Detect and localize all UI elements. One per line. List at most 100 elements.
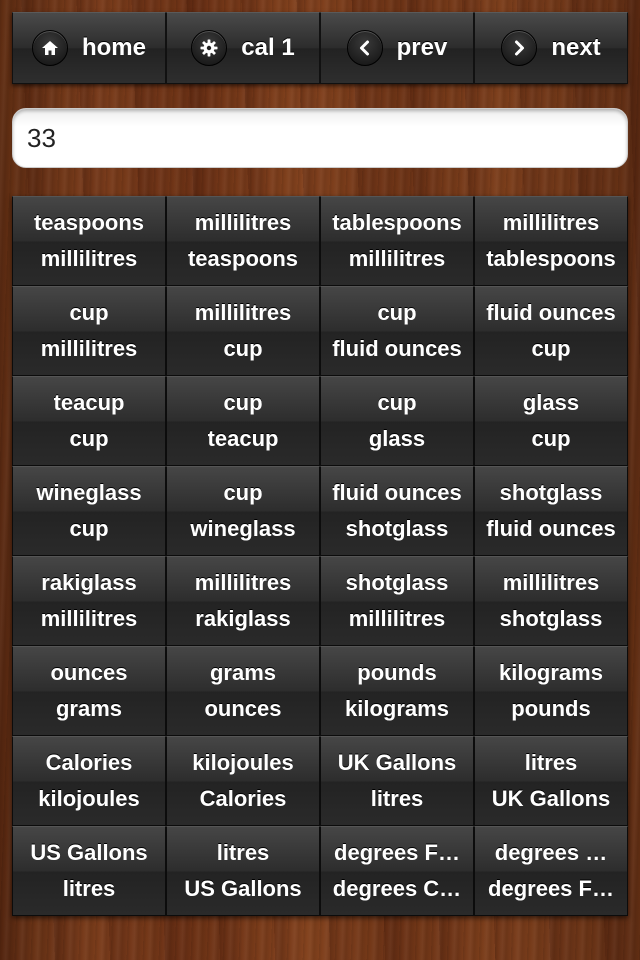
conversion-to: kilojoules xyxy=(38,786,140,811)
conversion-button[interactable]: fluid ounces shotglass xyxy=(320,466,474,556)
conversion-button[interactable]: kilograms pounds xyxy=(474,646,628,736)
conversion-button[interactable]: fluid ounces cup xyxy=(474,286,628,376)
conversion-from: millilitres xyxy=(194,210,292,235)
conversion-from: fluid ounces xyxy=(332,480,462,505)
conversion-button[interactable]: cup millilitres xyxy=(12,286,166,376)
conversion-to: millilitres xyxy=(348,246,446,271)
conversion-from: rakiglass xyxy=(41,570,137,595)
home-icon xyxy=(31,30,68,66)
conversion-from: degrees F… xyxy=(334,840,460,865)
conversion-button[interactable]: degrees F… degrees C… xyxy=(320,826,474,916)
conversion-to: glass xyxy=(368,426,426,451)
conversion-from: UK Gallons xyxy=(337,750,457,775)
conversion-to: cup xyxy=(223,336,263,361)
conversion-to: UK Gallons xyxy=(491,786,611,811)
home-button[interactable]: home xyxy=(12,12,166,84)
conversion-button[interactable]: millilitres tablespoons xyxy=(474,196,628,286)
conversion-button[interactable]: UK Gallons litres xyxy=(320,736,474,826)
conversion-from: pounds xyxy=(357,660,437,685)
conversion-to: cup xyxy=(531,426,571,451)
conversion-from: shotglass xyxy=(345,570,449,595)
next-button[interactable]: next xyxy=(474,12,628,84)
conversion-to: kilograms xyxy=(345,696,449,721)
conversion-button[interactable]: kilojoules Calories xyxy=(166,736,320,826)
conversion-from: litres xyxy=(524,750,578,775)
conversion-button[interactable]: cup wineglass xyxy=(166,466,320,556)
conversion-from: millilitres xyxy=(194,300,292,325)
home-label: home xyxy=(81,34,146,61)
conversion-to: cup xyxy=(69,426,109,451)
conversion-button[interactable]: millilitres teaspoons xyxy=(166,196,320,286)
conversion-from: Calories xyxy=(45,750,133,775)
conversion-button[interactable]: wineglass cup xyxy=(12,466,166,556)
conversion-from: wineglass xyxy=(36,480,142,505)
conversion-to: millilitres xyxy=(40,246,138,271)
conversion-to: millilitres xyxy=(348,606,446,631)
conversion-from: US Gallons xyxy=(30,840,148,865)
conversion-from: cup xyxy=(377,300,417,325)
conversion-button[interactable]: Calories kilojoules xyxy=(12,736,166,826)
prev-label: prev xyxy=(396,34,448,61)
conversion-from: kilojoules xyxy=(192,750,294,775)
conversion-to: shotglass xyxy=(499,606,603,631)
conversion-to: cup xyxy=(69,516,109,541)
conversion-to: ounces xyxy=(204,696,282,721)
conversion-to: shotglass xyxy=(345,516,449,541)
conversion-from: millilitres xyxy=(194,570,292,595)
chevron-right-icon xyxy=(501,30,538,66)
value-input[interactable] xyxy=(12,108,628,168)
conversion-from: millilitres xyxy=(502,570,600,595)
conversion-from: millilitres xyxy=(502,210,600,235)
conversion-to: cup xyxy=(531,336,571,361)
conversion-button[interactable]: cup teacup xyxy=(166,376,320,466)
conversion-button[interactable]: cup fluid ounces xyxy=(320,286,474,376)
next-label: next xyxy=(551,34,601,61)
conversion-button[interactable]: millilitres rakiglass xyxy=(166,556,320,646)
conversion-button[interactable]: ounces grams xyxy=(12,646,166,736)
conversion-from: degrees … xyxy=(494,840,608,865)
conversion-to: degrees C… xyxy=(332,876,462,901)
conversion-from: teacup xyxy=(53,390,125,415)
conversion-button[interactable]: US Gallons litres xyxy=(12,826,166,916)
conversion-button[interactable]: grams ounces xyxy=(166,646,320,736)
conversion-button[interactable]: cup glass xyxy=(320,376,474,466)
conversion-from: teaspoons xyxy=(33,210,145,235)
conversion-to: rakiglass xyxy=(195,606,291,631)
conversion-button[interactable]: glass cup xyxy=(474,376,628,466)
conversion-to: teacup xyxy=(207,426,279,451)
conversion-button[interactable]: shotglass fluid ounces xyxy=(474,466,628,556)
conversion-to: litres xyxy=(62,876,116,901)
conversion-grid: teaspoons millilitres millilitres teaspoon… xyxy=(12,196,628,916)
calculator-button[interactable]: cal 1 xyxy=(166,12,320,84)
conversion-to: Calories xyxy=(199,786,287,811)
conversion-from: shotglass xyxy=(499,480,603,505)
chevron-left-icon xyxy=(346,30,383,66)
gear-icon xyxy=(191,30,228,66)
conversion-to: teaspoons xyxy=(187,246,299,271)
conversion-button[interactable]: rakiglass millilitres xyxy=(12,556,166,646)
conversion-to: litres xyxy=(370,786,424,811)
conversion-button[interactable]: litres UK Gallons xyxy=(474,736,628,826)
conversion-button[interactable]: shotglass millilitres xyxy=(320,556,474,646)
conversion-from: cup xyxy=(223,480,263,505)
conversion-button[interactable]: teaspoons millilitres xyxy=(12,196,166,286)
conversion-button[interactable]: teacup cup xyxy=(12,376,166,466)
calculator-label: cal 1 xyxy=(241,34,295,61)
conversion-to: US Gallons xyxy=(184,876,302,901)
conversion-to: millilitres xyxy=(40,606,138,631)
prev-button[interactable]: prev xyxy=(320,12,474,84)
conversion-button[interactable]: millilitres cup xyxy=(166,286,320,376)
conversion-from: cup xyxy=(377,390,417,415)
conversion-from: litres xyxy=(216,840,270,865)
conversion-to: fluid ounces xyxy=(332,336,462,361)
conversion-button[interactable]: millilitres shotglass xyxy=(474,556,628,646)
conversion-button[interactable]: pounds kilograms xyxy=(320,646,474,736)
conversion-button[interactable]: litres US Gallons xyxy=(166,826,320,916)
conversion-button[interactable]: degrees … degrees F… xyxy=(474,826,628,916)
conversion-to: degrees F… xyxy=(488,876,614,901)
conversion-from: glass xyxy=(522,390,580,415)
conversion-button[interactable]: tablespoons millilitres xyxy=(320,196,474,286)
conversion-from: fluid ounces xyxy=(486,300,616,325)
conversion-from: cup xyxy=(223,390,263,415)
conversion-from: tablespoons xyxy=(332,210,462,235)
